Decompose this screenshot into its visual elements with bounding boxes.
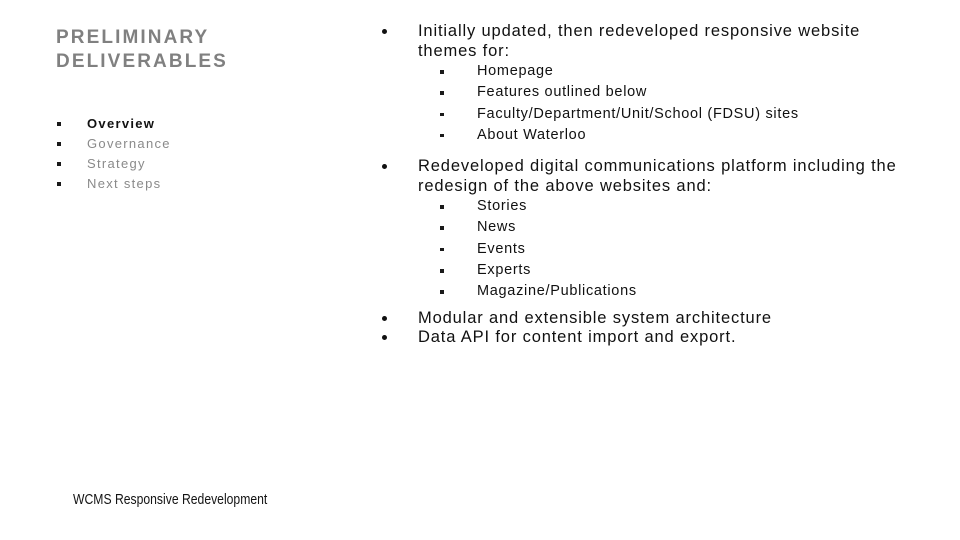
agenda-item-overview[interactable]: Overview	[56, 114, 171, 134]
square-bullet-icon	[440, 269, 444, 273]
content-subitem-label: Faculty/Department/Unit/School (FDSU) si…	[477, 105, 799, 122]
square-bullet-icon	[440, 205, 444, 209]
content-bullet-2: Redeveloped digital communications platf…	[378, 157, 898, 196]
content-subitem-label: Stories	[477, 198, 528, 215]
square-bullet-icon	[57, 182, 61, 186]
content-subitem-label: News	[477, 219, 517, 236]
agenda-item-governance[interactable]: Governance	[56, 134, 171, 154]
agenda-item-next-steps[interactable]: Next steps	[56, 174, 171, 194]
slide-footer: WCMS Responsive Redevelopment	[73, 492, 268, 508]
content-subitem: Experts	[378, 260, 898, 281]
content-subitem-label: About Waterloo	[477, 126, 587, 143]
agenda-item-label: Governance	[87, 136, 171, 151]
content-bullet-text: Initially updated, then redeveloped resp…	[418, 22, 861, 60]
content-bullet-text: Data API for content import and export.	[418, 328, 737, 347]
dot-bullet-icon	[382, 335, 387, 341]
dot-bullet-icon	[382, 29, 387, 34]
slide-canvas: PRELIMINARY DELIVERABLES Overview Govern…	[0, 0, 960, 540]
square-bullet-icon	[57, 122, 61, 126]
content-subitem: Events	[378, 239, 898, 260]
content-subitem-label: Events	[477, 240, 526, 257]
content-bullet-text: Redeveloped digital communications platf…	[418, 157, 897, 195]
content-sublist-2: Stories News Events Experts Magazine/Pub…	[378, 196, 898, 302]
content-bullet-1: Initially updated, then redeveloped resp…	[378, 22, 898, 61]
content-bullet-3: Modular and extensible system architectu…	[378, 309, 898, 329]
content-subitem: Magazine/Publications	[378, 281, 898, 302]
square-bullet-icon	[440, 91, 444, 95]
square-bullet-icon	[57, 142, 61, 146]
square-bullet-icon	[440, 112, 444, 117]
content-subitem: Homepage	[378, 61, 898, 82]
content-subitem: Faculty/Department/Unit/School (FDSU) si…	[378, 104, 898, 125]
content-subitem-label: Experts	[477, 262, 532, 279]
agenda-item-strategy[interactable]: Strategy	[56, 154, 171, 174]
square-bullet-icon	[57, 162, 61, 166]
content-sublist-1: Homepage Features outlined below Faculty…	[378, 61, 898, 146]
square-bullet-icon	[440, 290, 444, 294]
page-title: PRELIMINARY DELIVERABLES	[56, 27, 228, 72]
content-block-1: Initially updated, then redeveloped resp…	[378, 22, 898, 146]
content-subitem-label: Magazine/Publications	[477, 283, 637, 300]
content-bullet-4: Data API for content import and export.	[378, 328, 898, 348]
content-subitem: News	[378, 217, 898, 238]
square-bullet-icon	[440, 70, 444, 74]
content-block-2: Redeveloped digital communications platf…	[378, 157, 898, 302]
agenda-item-label: Next steps	[87, 176, 162, 191]
dot-bullet-icon	[382, 164, 387, 170]
dot-bullet-icon	[382, 315, 387, 321]
left-column: PRELIMINARY DELIVERABLES Overview Govern…	[56, 26, 356, 191]
content-column: Initially updated, then redeveloped resp…	[378, 22, 898, 348]
content-subitem-label: Features outlined below	[477, 84, 648, 101]
square-bullet-icon	[440, 247, 444, 252]
content-subitem: Features outlined below	[378, 82, 898, 103]
content-bullet-text: Modular and extensible system architectu…	[418, 308, 772, 327]
agenda-item-label: Strategy	[87, 156, 146, 171]
square-bullet-icon	[440, 133, 444, 138]
agenda-item-label: Overview	[87, 116, 156, 131]
content-subitem: About Waterloo	[378, 125, 898, 146]
content-subitem-label: Homepage	[477, 63, 554, 79]
square-bullet-icon	[440, 226, 444, 230]
content-subitem: Stories	[378, 196, 898, 217]
agenda-list: Overview Governance Strategy Next steps	[56, 114, 171, 194]
